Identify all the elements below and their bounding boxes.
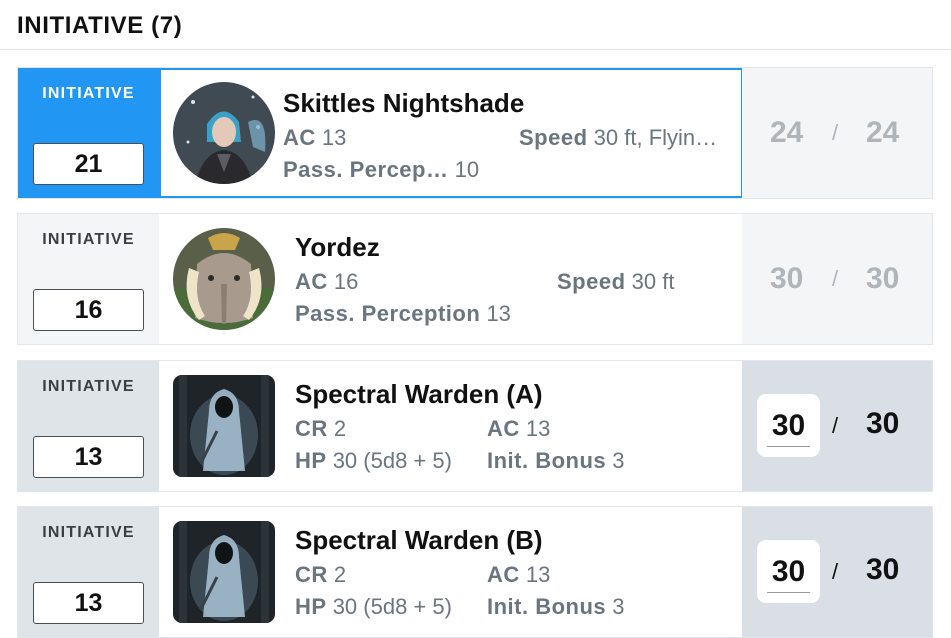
speed-label: Speed — [519, 125, 588, 150]
passive-perception-value: 10 — [454, 157, 480, 182]
combatant-row[interactable]: INITIATIVE 13 Spectral Warden (A) CR 2 A… — [17, 360, 933, 492]
initiative-title: INITIATIVE (7) — [17, 12, 183, 39]
initiative-label: INITIATIVE — [42, 378, 135, 395]
passive-perception-label: Pass. Percep… — [283, 157, 449, 182]
hp-separator: / — [832, 559, 839, 584]
hp-current: 24 — [770, 116, 804, 149]
ac-stat: AC 13 — [487, 416, 550, 442]
combatant-name[interactable]: Yordez — [295, 232, 380, 263]
hp-value: 30 (5d8 + 5) — [332, 594, 452, 619]
passive-perception-stat: Pass. Perception 13 — [295, 301, 511, 327]
combatant-info[interactable]: Skittles Nightshade AC 13 Speed 30 ft, F… — [159, 68, 743, 198]
cr-label: CR — [295, 562, 328, 587]
hp-current[interactable]: 30 — [757, 555, 820, 589]
hp-max: 24 — [866, 116, 900, 149]
initiative-input[interactable]: 21 — [33, 143, 144, 185]
passive-perception-stat: Pass. Percep… 10 — [283, 157, 479, 183]
hp-current-input[interactable]: 30 — [757, 394, 820, 457]
combatant-row[interactable]: INITIATIVE 16 Yordez AC 16 Speed 30 ft P… — [17, 213, 933, 345]
hp-separator: / — [832, 120, 839, 145]
initiative-header: INITIATIVE (7) — [0, 0, 951, 50]
hp-value: 30 (5d8 + 5) — [332, 448, 452, 473]
ac-stat: AC 16 — [295, 269, 358, 295]
cr-label: CR — [295, 416, 328, 441]
combatant-info[interactable]: Spectral Warden (A) CR 2 AC 13 HP 30 (5d… — [159, 361, 743, 491]
ac-stat: AC 13 — [487, 562, 550, 588]
combatant-info[interactable]: Yordez AC 16 Speed 30 ft Pass. Perceptio… — [159, 214, 743, 344]
ac-value: 13 — [321, 125, 347, 150]
hp-stat: HP 30 (5d8 + 5) — [295, 448, 452, 474]
ac-stat: AC 13 — [283, 125, 346, 151]
init-bonus-label: Init. Bonus — [487, 594, 607, 619]
initiative-label: INITIATIVE — [42, 85, 135, 102]
avatar — [173, 82, 275, 184]
initiative-label: INITIATIVE — [42, 524, 135, 541]
hp-separator: / — [832, 266, 839, 291]
hp-label: HP — [295, 448, 327, 473]
hp-current[interactable]: 30 — [757, 409, 820, 443]
hp-column: 30 / 30 — [742, 214, 932, 344]
hp-stat: HP 30 (5d8 + 5) — [295, 594, 452, 620]
hp-current: 30 — [770, 262, 804, 295]
ac-value: 16 — [333, 269, 359, 294]
combatant-name[interactable]: Spectral Warden (B) — [295, 525, 543, 556]
speed-label: Speed — [557, 269, 626, 294]
hp-current-input[interactable]: 30 — [757, 540, 820, 603]
hp-column: 24 / 24 — [742, 68, 932, 198]
hp-separator: / — [832, 413, 839, 438]
initiative-column: INITIATIVE 13 — [18, 361, 159, 491]
hp-max: 30 — [866, 407, 900, 440]
ac-label: AC — [487, 416, 520, 441]
avatar — [173, 375, 275, 477]
speed-value: 30 ft, Flyin… — [593, 125, 718, 150]
init-bonus-value: 3 — [612, 594, 625, 619]
hp-label: HP — [295, 594, 327, 619]
combatant-name[interactable]: Skittles Nightshade — [283, 88, 524, 119]
hp-max: 30 — [866, 262, 900, 295]
initiative-input[interactable]: 13 — [33, 582, 144, 624]
init-bonus-value: 3 — [612, 448, 625, 473]
combatant-name[interactable]: Spectral Warden (A) — [295, 379, 543, 410]
init-bonus-stat: Init. Bonus 3 — [487, 448, 625, 474]
initiative-label: INITIATIVE — [42, 231, 135, 248]
hp-column: 30 / 30 — [742, 361, 932, 491]
combatant-row[interactable]: INITIATIVE 13 Spectral Warden (B) CR 2 A… — [17, 506, 933, 638]
ac-value: 13 — [525, 562, 551, 587]
ac-label: AC — [283, 125, 316, 150]
init-bonus-stat: Init. Bonus 3 — [487, 594, 625, 620]
cr-stat: CR 2 — [295, 562, 346, 588]
hp-input-underline — [767, 592, 810, 593]
combatant-info[interactable]: Spectral Warden (B) CR 2 AC 13 HP 30 (5d… — [159, 507, 743, 637]
ac-value: 13 — [525, 416, 551, 441]
avatar — [173, 521, 275, 623]
speed-value: 30 ft — [631, 269, 675, 294]
ac-label: AC — [487, 562, 520, 587]
initiative-column: INITIATIVE 16 — [18, 214, 159, 344]
passive-perception-label: Pass. Perception — [295, 301, 481, 326]
hp-max: 30 — [866, 553, 900, 586]
init-bonus-label: Init. Bonus — [487, 448, 607, 473]
hp-input-underline — [767, 446, 810, 447]
initiative-column: INITIATIVE 13 — [18, 507, 159, 637]
ac-label: AC — [295, 269, 328, 294]
initiative-input[interactable]: 16 — [33, 289, 144, 331]
combatant-row[interactable]: INITIATIVE 21 Skittles Nightshade AC 13 … — [17, 67, 933, 199]
initiative-column: INITIATIVE 21 — [18, 68, 159, 198]
hp-column: 30 / 30 — [742, 507, 932, 637]
speed-stat: Speed 30 ft — [557, 269, 674, 295]
passive-perception-value: 13 — [486, 301, 511, 326]
speed-stat: Speed 30 ft, Flyin… — [519, 125, 717, 151]
cr-stat: CR 2 — [295, 416, 346, 442]
cr-value: 2 — [333, 562, 347, 587]
avatar — [173, 228, 275, 330]
initiative-input[interactable]: 13 — [33, 436, 144, 478]
cr-value: 2 — [333, 416, 347, 441]
